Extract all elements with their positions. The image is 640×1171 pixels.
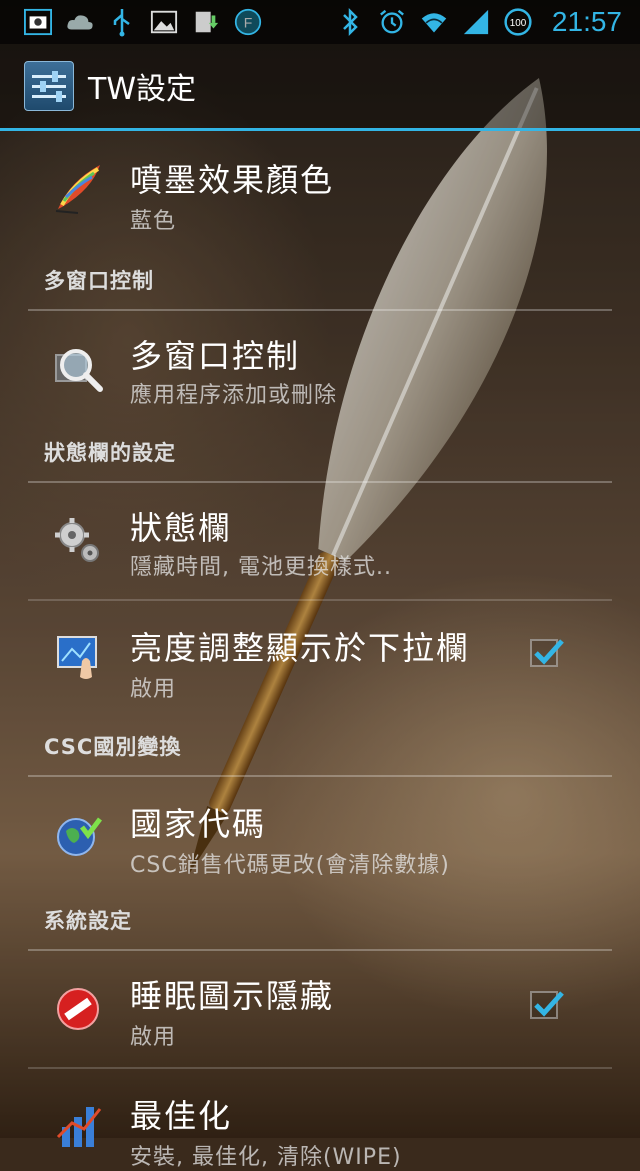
list-item-brightness[interactable]: 亮度調整顯示於下拉欄 啟用 xyxy=(0,601,640,721)
section-header-multiwindow: 多窗口控制 xyxy=(0,255,640,311)
list-item-optimize[interactable]: 最佳化 安裝, 最佳化, 清除(WIPE) xyxy=(0,1069,640,1170)
f-circle-icon: F xyxy=(234,8,262,36)
globe-check-icon xyxy=(52,809,106,863)
download-icon xyxy=(192,8,220,36)
usb-icon xyxy=(108,8,136,37)
touchscreen-icon xyxy=(52,631,106,685)
screenshot-icon xyxy=(24,8,52,36)
gears-icon xyxy=(52,513,106,567)
section-label: CSC國別變換 xyxy=(44,735,182,759)
settings-sliders-icon[interactable] xyxy=(24,61,74,111)
action-bar: TW設定 xyxy=(0,44,640,131)
item-title: 最佳化 xyxy=(130,1097,233,1135)
item-title: 狀態欄 xyxy=(130,509,233,547)
section-label: 狀態欄的設定 xyxy=(44,441,176,465)
section-label: 多窗口控制 xyxy=(44,269,154,293)
list-item-country-code[interactable]: 國家代碼 CSC銷售代碼更改(會清除數據) xyxy=(0,777,640,895)
item-title: 亮度調整顯示於下拉欄 xyxy=(130,629,471,667)
page-title: TW設定 xyxy=(88,72,196,107)
settings-list: 噴墨效果顏色 藍色 多窗口控制 多窗口控制 應用程序添加或刪除 狀態欄的設定 狀… xyxy=(0,131,640,1170)
item-summary: 藍色 xyxy=(130,209,177,234)
alarm-icon xyxy=(378,8,406,36)
item-title: 噴墨效果顏色 xyxy=(130,161,335,199)
section-header-statusbar: 狀態欄的設定 xyxy=(0,427,640,483)
item-summary: CSC銷售代碼更改(會清除數據) xyxy=(130,853,450,878)
item-title: 多窗口控制 xyxy=(130,337,301,375)
item-title: 國家代碼 xyxy=(130,805,267,843)
item-summary: 安裝, 最佳化, 清除(WIPE) xyxy=(130,1145,402,1170)
item-summary: 應用程序添加或刪除 xyxy=(130,383,338,408)
item-title: 睡眠圖示隱藏 xyxy=(130,977,335,1015)
feather-pen-icon xyxy=(52,161,106,215)
item-summary: 啟用 xyxy=(130,677,177,702)
signal-icon xyxy=(462,8,490,36)
item-summary: 啟用 xyxy=(130,1025,177,1050)
section-header-csc: CSC國別變換 xyxy=(0,721,640,777)
svg-text:100: 100 xyxy=(510,18,527,29)
list-item-ink-color[interactable]: 噴墨效果顏色 藍色 xyxy=(0,131,640,255)
item-summary: 隱藏時間, 電池更換樣式.. xyxy=(130,555,392,580)
no-entry-icon xyxy=(52,981,106,1035)
cloud-icon xyxy=(66,8,94,36)
section-header-system: 系統設定 xyxy=(0,895,640,951)
status-bar: F 100 21:57 xyxy=(0,0,640,44)
wifi-icon xyxy=(420,8,448,36)
list-item-statusbar[interactable]: 狀態欄 隱藏時間, 電池更換樣式.. xyxy=(0,483,640,601)
clock: 21:57 xyxy=(551,6,622,37)
magnifier-chip-icon xyxy=(52,343,106,397)
list-item-sleep-icon[interactable]: 睡眠圖示隱藏 啟用 xyxy=(0,951,640,1069)
bluetooth-icon xyxy=(336,7,364,37)
bar-chart-icon xyxy=(52,1099,106,1153)
section-label: 系統設定 xyxy=(44,909,132,933)
battery-icon: 100 xyxy=(504,8,532,36)
image-icon xyxy=(150,8,178,36)
sleep-icon-checkbox[interactable] xyxy=(530,991,564,1019)
list-item-multiwindow[interactable]: 多窗口控制 應用程序添加或刪除 xyxy=(0,311,640,427)
svg-text:F: F xyxy=(244,14,253,30)
brightness-checkbox[interactable] xyxy=(530,639,564,667)
